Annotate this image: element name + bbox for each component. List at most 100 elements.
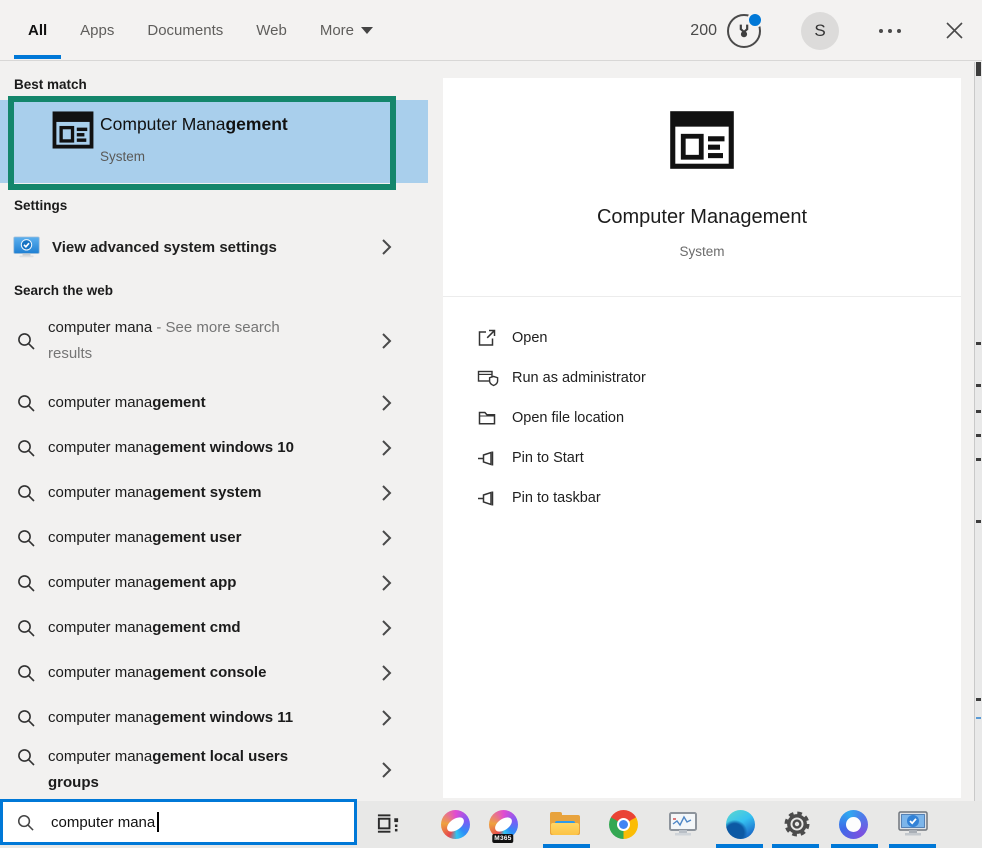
search-filter-bar: All Apps Documents Web More 200 S <box>0 0 982 61</box>
web-suggestion-text: computer management app <box>48 570 236 596</box>
chevron-right-icon <box>381 238 392 256</box>
web-suggestion-text: computer management user <box>48 525 241 551</box>
ring-app-icon <box>839 810 868 839</box>
tab-more[interactable]: More <box>320 0 373 61</box>
file-explorer-icon <box>550 811 580 838</box>
chevron-down-icon <box>361 27 373 34</box>
rewards-points: 200 <box>690 22 717 40</box>
topbar-right-cluster: 200 S <box>690 0 964 61</box>
tab-documents[interactable]: Documents <box>147 0 223 61</box>
filter-tabs: All Apps Documents Web More <box>28 0 406 61</box>
search-icon <box>16 618 36 638</box>
web-suggestion-row[interactable]: computer management windows 10 <box>0 425 440 470</box>
search-icon <box>16 663 36 683</box>
more-options-icon[interactable] <box>879 29 901 33</box>
chevron-right-icon <box>381 394 392 412</box>
system-monitor-check-icon <box>13 235 40 259</box>
web-suggestion-row[interactable]: computer management local users groups <box>0 740 440 800</box>
edge-icon <box>726 810 755 839</box>
close-icon[interactable] <box>945 21 964 40</box>
notification-dot <box>747 12 763 28</box>
web-primary-result[interactable]: computer mana - See more search results <box>0 308 440 374</box>
windows-search-flyout: All Apps Documents Web More 200 S <box>0 0 982 848</box>
taskbar-icon-ring-app[interactable] <box>836 805 870 843</box>
shield-window-icon <box>477 368 499 388</box>
action-run-as-administrator[interactable]: Run as administrator <box>477 358 646 398</box>
web-suggestion-text: computer management system <box>48 480 261 506</box>
web-suggestion-text: computer management windows 11 <box>48 705 293 731</box>
chevron-right-icon <box>381 619 392 637</box>
web-suggestion-text: computer management local users groups <box>48 744 313 796</box>
rewards-medal-icon[interactable] <box>727 14 761 48</box>
detail-title: Computer Management <box>443 206 961 229</box>
pc-check-icon <box>897 810 929 838</box>
web-suggestion-row[interactable]: computer management user <box>0 515 440 560</box>
taskbar-icon-copilot[interactable] <box>438 805 472 843</box>
tab-apps[interactable]: Apps <box>80 0 114 61</box>
taskbar-icon-file-explorer[interactable] <box>548 805 582 843</box>
web-suggestion-text: computer management console <box>48 660 266 686</box>
tab-all[interactable]: All <box>28 0 47 61</box>
running-indicator <box>831 844 878 848</box>
detail-subtitle: System <box>443 244 961 259</box>
search-icon <box>16 708 36 728</box>
web-suggestion-text: computer management <box>48 390 206 416</box>
web-suggestion-text: computer management windows 10 <box>48 435 294 461</box>
settings-result-label: View advanced system settings <box>52 239 277 256</box>
pin-icon <box>477 449 499 467</box>
search-icon <box>16 331 36 351</box>
action-list: Open Run as administrator Open file loca… <box>477 318 646 518</box>
text-caret <box>157 812 159 832</box>
result-detail-panel: Computer Management System Open Run as a… <box>443 78 961 798</box>
chevron-right-icon <box>381 709 392 727</box>
action-pin-to-taskbar[interactable]: Pin to taskbar <box>477 478 646 518</box>
web-suggestion-row[interactable]: computer management cmd <box>0 605 440 650</box>
action-open-file-location[interactable]: Open file location <box>477 398 646 438</box>
web-suggestion-row[interactable]: computer management app <box>0 560 440 605</box>
performance-monitor-icon <box>668 811 698 838</box>
search-icon <box>16 438 36 458</box>
taskbar-icon-copilot-m365[interactable]: M365 <box>486 805 520 843</box>
web-primary-text: computer mana - See more search results <box>48 315 296 367</box>
chevron-right-icon <box>381 664 392 682</box>
search-icon <box>16 573 36 593</box>
taskbar-icon-edge[interactable] <box>723 805 757 843</box>
chevron-right-icon <box>381 484 392 502</box>
web-suggestion-list: computer management computer management … <box>0 380 440 800</box>
folder-icon <box>477 408 499 428</box>
search-icon <box>16 528 36 548</box>
running-indicator <box>716 844 763 848</box>
background-window-edge <box>974 62 982 801</box>
web-suggestion-row[interactable]: computer management system <box>0 470 440 515</box>
taskbar-icon-performance-monitor[interactable] <box>666 805 700 843</box>
open-icon <box>477 328 499 348</box>
action-pin-to-start[interactable]: Pin to Start <box>477 438 646 478</box>
tab-web[interactable]: Web <box>256 0 287 61</box>
m365-badge: M365 <box>492 834 513 843</box>
taskbar-icon-chrome[interactable] <box>606 805 640 843</box>
running-indicator <box>772 844 819 848</box>
account-avatar[interactable]: S <box>801 12 839 50</box>
pin-icon <box>477 489 499 507</box>
running-indicator <box>889 844 936 848</box>
chevron-right-icon <box>381 439 392 457</box>
running-indicator <box>543 844 590 848</box>
web-suggestion-row[interactable]: computer management windows 11 <box>0 695 440 740</box>
click-annotation-box <box>8 96 396 190</box>
chrome-icon <box>609 810 638 839</box>
web-suggestion-row[interactable]: computer management console <box>0 650 440 695</box>
settings-result[interactable]: View advanced system settings <box>0 224 440 270</box>
taskbar-search-input[interactable]: computer mana <box>0 799 357 845</box>
task-view-icon[interactable] <box>372 809 404 839</box>
gear-icon <box>782 809 812 839</box>
taskbar-icon-settings[interactable] <box>780 805 814 843</box>
search-icon <box>16 747 36 767</box>
action-open[interactable]: Open <box>477 318 646 358</box>
search-icon <box>16 483 36 503</box>
copilot-icon <box>441 810 470 839</box>
divider <box>443 296 961 297</box>
web-suggestion-row[interactable]: computer management <box>0 380 440 425</box>
web-suggestion-text: computer management cmd <box>48 615 241 641</box>
section-settings: Settings <box>14 198 67 213</box>
taskbar-icon-pc-check[interactable] <box>896 805 930 843</box>
